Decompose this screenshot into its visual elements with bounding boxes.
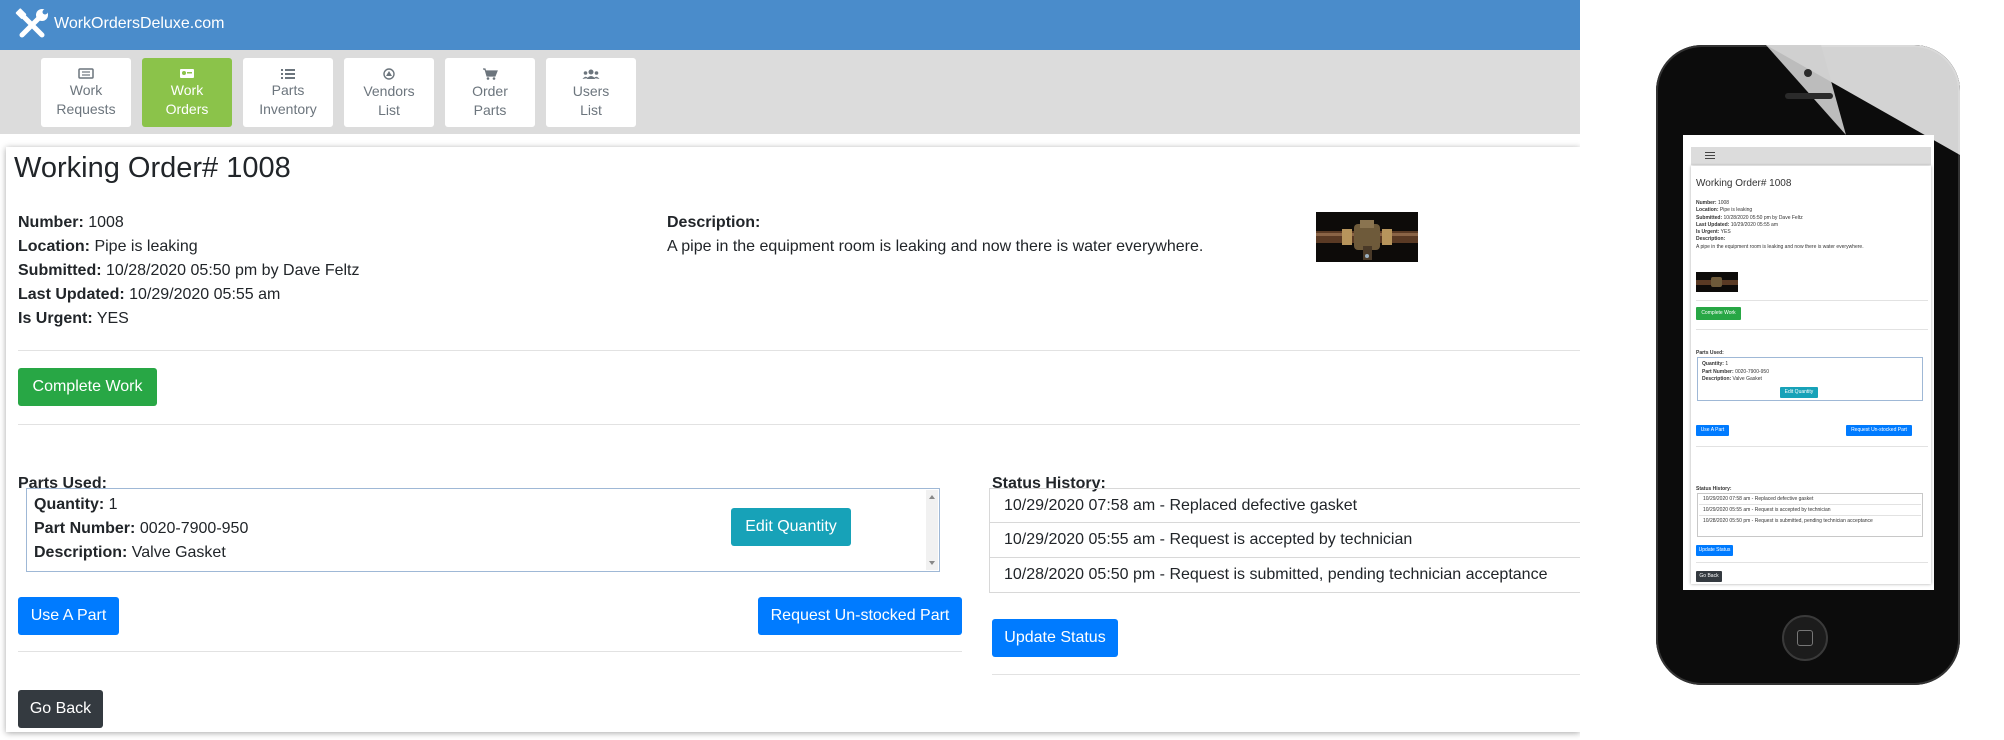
mobile-divider <box>1696 329 1928 330</box>
cart-icon <box>483 68 498 80</box>
description-block: Description: A pipe in the equipment roo… <box>667 211 1203 259</box>
parts-list[interactable]: Quantity: 1 Part Number: 0020-7900-950 D… <box>26 488 940 572</box>
mobile-status-list[interactable]: 10/29/2020 07:58 am - Replaced defective… <box>1697 493 1923 537</box>
page-title: Working Order# 1008 <box>14 152 291 184</box>
status-item: 10/28/2020 05:50 pm - Request is submitt… <box>989 558 1580 593</box>
mobile-navbar <box>1691 147 1931 165</box>
mobile-status-heading: Status History: <box>1696 486 1732 492</box>
nav-users-list[interactable]: Users List <box>546 58 636 127</box>
mobile-part-item: Quantity: 1 Part Number: 0020-7900-950 D… <box>1702 361 1769 382</box>
order-updated: 10/29/2020 05:55 am <box>129 286 281 303</box>
list-icon <box>281 69 295 79</box>
divider <box>18 424 1580 425</box>
nav-label: Vendors List <box>363 83 415 118</box>
mobile-parts-heading: Parts Used: <box>1696 350 1724 356</box>
mobile-complete-work-button[interactable]: Complete Work <box>1696 307 1741 320</box>
top-bar: WorkOrdersDeluxe.com <box>0 0 1580 50</box>
tools-logo-icon[interactable] <box>14 7 50 43</box>
urgent-row: Is Urgent: YES <box>18 310 129 327</box>
part-description: Valve Gasket <box>131 544 226 561</box>
mobile-edit-quantity-button[interactable]: Edit Quantity <box>1780 387 1818 398</box>
status-history-list: 10/29/2020 07:58 am - Replaced defective… <box>989 488 1580 593</box>
brand-name[interactable]: WorkOrdersDeluxe.com <box>54 15 224 33</box>
nav-label: Order Parts <box>472 83 508 118</box>
id-card-icon <box>180 69 194 78</box>
nav-work-requests[interactable]: Work Requests <box>41 58 131 127</box>
divider <box>18 651 962 652</box>
mobile-update-status-button[interactable]: Update Status <box>1696 545 1733 556</box>
part-quantity: 1 <box>108 496 118 513</box>
mobile-pipe-photo[interactable] <box>1696 272 1738 292</box>
request-unstocked-part-button[interactable]: Request Un-stocked Part <box>758 597 962 635</box>
order-details: Number: 1008 Location: Pipe is leaking S… <box>18 211 360 331</box>
mobile-use-a-part-button[interactable]: Use A Part <box>1696 425 1729 436</box>
go-back-button[interactable]: Go Back <box>18 690 103 728</box>
order-number: 1008 <box>88 214 124 231</box>
part-number: 0020-7900-950 <box>139 520 249 537</box>
divider <box>992 674 1580 675</box>
update-status-button[interactable]: Update Status <box>992 619 1118 657</box>
mobile-divider <box>1696 446 1928 447</box>
nav-band <box>0 50 1580 134</box>
mobile-status-item: 10/28/2020 05:50 pm - Request is submitt… <box>1703 518 1873 524</box>
mobile-status-item: 10/29/2020 07:58 am - Replaced defective… <box>1703 496 1814 502</box>
description-label: Description: <box>667 214 761 231</box>
phone-home-button[interactable] <box>1782 615 1828 661</box>
nav-label: Work Requests <box>56 82 116 117</box>
mobile-details: Number: 1008 Location: Pipe is leaking S… <box>1696 200 1864 250</box>
nav-label: Work Orders <box>165 82 209 117</box>
app-window: WorkOrdersDeluxe.com Work Requests Work … <box>0 0 1580 740</box>
use-a-part-button[interactable]: Use A Part <box>18 597 119 635</box>
part-item: Quantity: 1 Part Number: 0020-7900-950 D… <box>34 496 249 561</box>
order-location: Pipe is leaking <box>94 238 198 255</box>
location-row: Location: Pipe is leaking <box>18 238 198 255</box>
nav-order-parts[interactable]: Order Parts <box>445 58 535 127</box>
nav-vendors-list[interactable]: Vendors List <box>344 58 434 127</box>
number-row: Number: 1008 <box>18 214 124 231</box>
mobile-divider <box>1696 562 1928 563</box>
vendor-icon <box>383 68 395 80</box>
mobile-divider <box>1696 300 1928 301</box>
mobile-parts-list[interactable]: Quantity: 1 Part Number: 0020-7900-950 D… <box>1697 357 1923 401</box>
complete-work-button[interactable]: Complete Work <box>18 368 157 406</box>
divider <box>18 350 1580 351</box>
phone-camera <box>1804 69 1812 77</box>
mobile-title: Working Order# 1008 <box>1696 178 1792 189</box>
users-icon <box>582 69 600 79</box>
phone-screen: Working Order# 1008 Number: 1008 Locatio… <box>1683 135 1934 590</box>
mobile-request-unstocked-part-button[interactable]: Request Un-stocked Part <box>1846 425 1912 436</box>
nav-parts-inventory[interactable]: Parts Inventory <box>243 58 333 127</box>
ticket-icon <box>78 68 94 79</box>
nav-work-orders[interactable]: Work Orders <box>142 58 232 127</box>
description-text: A pipe in the equipment room is leaking … <box>667 238 1204 255</box>
order-urgent: YES <box>96 310 129 327</box>
mobile-status-item: 10/29/2020 05:55 am - Request is accepte… <box>1703 507 1831 513</box>
status-item: 10/29/2020 07:58 am - Replaced defective… <box>989 488 1580 523</box>
edit-quantity-button[interactable]: Edit Quantity <box>731 508 851 546</box>
updated-row: Last Updated: 10/29/2020 05:55 am <box>18 286 281 303</box>
hamburger-icon[interactable] <box>1705 150 1715 160</box>
phone-speaker <box>1785 93 1833 99</box>
nav-label: Users List <box>572 83 610 118</box>
parts-scrollbar[interactable] <box>926 490 938 570</box>
status-item: 10/29/2020 05:55 am - Request is accepte… <box>989 523 1580 558</box>
submitted-row: Submitted: 10/28/2020 05:50 pm by Dave F… <box>18 262 360 279</box>
order-submitted: 10/28/2020 05:50 pm by Dave Feltz <box>106 262 360 279</box>
leaking-pipe-photo[interactable] <box>1316 212 1418 262</box>
mobile-go-back-button[interactable]: Go Back <box>1696 571 1722 582</box>
nav-label: Parts Inventory <box>259 82 317 117</box>
